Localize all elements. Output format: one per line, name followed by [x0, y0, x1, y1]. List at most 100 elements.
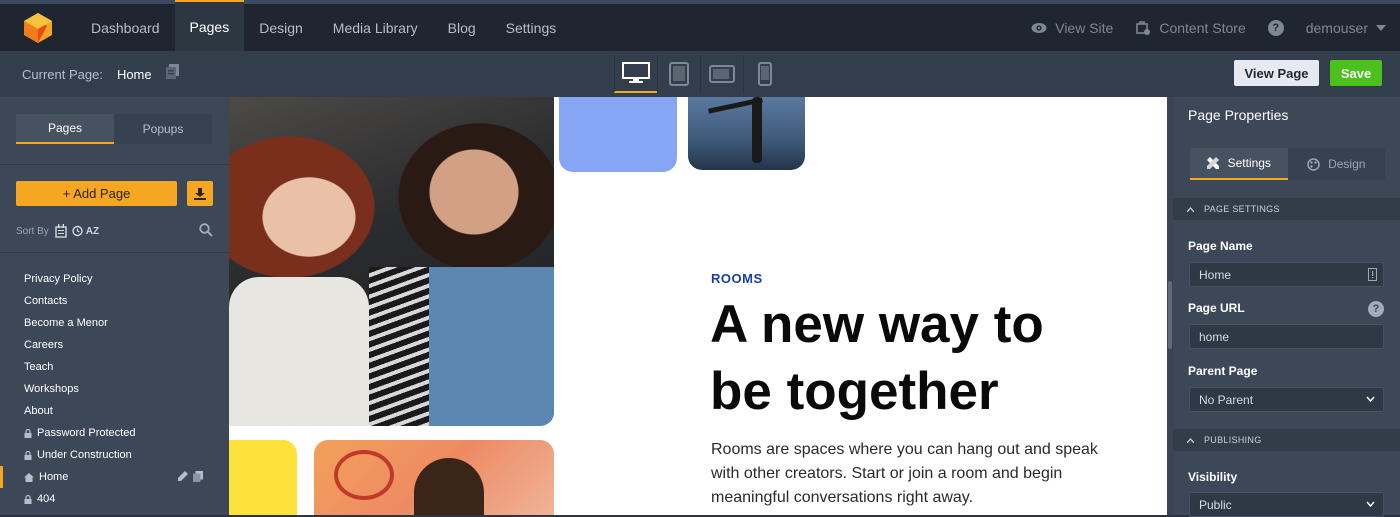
page-item-label: Workshops — [24, 383, 79, 395]
panel-tabs: Settings Design — [1190, 148, 1385, 180]
nav-blog[interactable]: Blog — [433, 4, 491, 51]
photo-detail — [334, 450, 394, 500]
sort-by-label: Sort By — [16, 225, 49, 237]
calendar-sort-icon[interactable] — [55, 224, 67, 238]
chevron-up-icon — [1187, 437, 1194, 443]
nav-pages[interactable]: Pages — [174, 0, 245, 51]
device-mobile[interactable] — [743, 55, 786, 93]
download-icon — [194, 187, 206, 200]
scrollbar-thumb[interactable] — [1168, 281, 1172, 349]
save-button[interactable]: Save — [1330, 60, 1382, 86]
visibility-select[interactable]: Public — [1189, 492, 1384, 517]
page-item-label: Privacy Policy — [24, 273, 93, 285]
page-item-about[interactable]: About — [0, 400, 229, 422]
page-item-label: 404 — [37, 493, 56, 505]
lock-icon — [24, 428, 32, 438]
parent-page-value: No Parent — [1199, 392, 1254, 407]
history-sort-icon[interactable] — [71, 225, 83, 237]
device-tablet-landscape[interactable] — [700, 55, 743, 93]
page-item-under-construction[interactable]: Under Construction — [0, 444, 229, 466]
eye-icon — [1031, 22, 1047, 33]
section-eyebrow: ROOMS — [711, 271, 763, 286]
edit-icon[interactable] — [178, 471, 188, 481]
device-tablet-portrait[interactable] — [657, 55, 700, 93]
parent-page-select[interactable]: No Parent — [1189, 387, 1384, 412]
page-item-label: Become a Menor — [24, 317, 108, 329]
nav-design[interactable]: Design — [244, 4, 318, 51]
help-icon[interactable]: ? — [1368, 301, 1384, 317]
chevron-up-icon — [1187, 206, 1194, 212]
nav-settings[interactable]: Settings — [491, 4, 572, 51]
page-item-workshops[interactable]: Workshops — [0, 378, 229, 400]
chevron-down-icon — [1366, 501, 1375, 507]
user-name: demouser — [1305, 19, 1368, 36]
page-toolbar: Current Page: Home View Page Save — [0, 51, 1400, 97]
nav-dashboard[interactable]: Dashboard — [76, 4, 175, 51]
nav-media-library[interactable]: Media Library — [318, 4, 433, 51]
app-logo[interactable] — [0, 4, 76, 51]
page-name-value: Home — [1199, 267, 1232, 282]
sidebar-tabs: Pages Popups — [16, 114, 212, 144]
device-desktop[interactable] — [614, 55, 657, 93]
lock-icon — [24, 494, 32, 504]
page-name-field[interactable]: Home — [1189, 262, 1384, 287]
current-page-label: Current Page: — [22, 66, 103, 82]
hero-body-text: Rooms are spaces where you can hang out … — [711, 441, 1098, 506]
page-name-label: Page Name — [1188, 239, 1253, 253]
current-page-value: Home — [116, 66, 152, 82]
page-item-label: Contacts — [24, 295, 68, 307]
tab-design[interactable]: Design — [1288, 148, 1386, 180]
content-store-link[interactable]: Content Store — [1135, 19, 1246, 36]
wrench-icon — [1206, 156, 1219, 169]
home-icon — [24, 472, 34, 482]
help-icon: ? — [1267, 19, 1284, 36]
page-item-label: Careers — [24, 339, 64, 351]
section-title: PUBLISHING — [1204, 435, 1262, 445]
section-page-settings[interactable]: PAGE SETTINGS — [1173, 198, 1400, 220]
page-item-home[interactable]: Home — [0, 466, 229, 488]
add-page-button[interactable]: + Add Page — [16, 181, 177, 206]
page-url-label: Page URL — [1188, 301, 1245, 315]
chevron-down-icon — [1376, 24, 1386, 31]
download-button[interactable] — [187, 181, 213, 206]
device-switcher — [614, 55, 786, 93]
page-item-password-protected[interactable]: Password Protected — [0, 422, 229, 444]
page-preview-canvas[interactable]: ROOMS A new way to be together Rooms are… — [229, 97, 1167, 515]
content-store-label: Content Store — [1159, 19, 1246, 36]
mobile-icon — [758, 62, 772, 86]
page-url-field[interactable]: home — [1189, 324, 1384, 349]
tab-settings[interactable]: Settings — [1190, 148, 1288, 180]
desktop-icon — [622, 62, 650, 83]
decorative-blue-tile — [559, 97, 677, 172]
logo-icon — [24, 12, 52, 43]
tab-pages[interactable]: Pages — [16, 114, 114, 144]
pages-sidebar: Pages Popups + Add Page Sort By AZ Priva… — [0, 97, 229, 515]
page-item-teach[interactable]: Teach — [0, 356, 229, 378]
search-pages-button[interactable] — [199, 223, 213, 242]
page-item-careers[interactable]: Careers — [0, 334, 229, 356]
user-menu[interactable]: demouser — [1306, 20, 1386, 36]
document-icon[interactable] — [165, 64, 179, 84]
hero-heading-line: be together — [710, 362, 999, 421]
page-item-label: Password Protected — [37, 427, 136, 439]
help-button[interactable]: ? — [1267, 19, 1284, 36]
page-item-become-a-menor[interactable]: Become a Menor — [0, 312, 229, 334]
photo-detail — [229, 277, 369, 426]
page-item-privacy-policy[interactable]: Privacy Policy — [0, 268, 229, 290]
section-publishing[interactable]: PUBLISHING — [1173, 429, 1400, 451]
page-item-404[interactable]: 404 — [0, 488, 229, 510]
hero-heading-line: A new way to — [710, 295, 1044, 354]
duplicate-icon[interactable] — [193, 471, 203, 482]
tablet-landscape-icon — [709, 65, 735, 83]
tab-popups[interactable]: Popups — [114, 114, 212, 144]
field-info-icon[interactable] — [1368, 268, 1377, 281]
panel-title: Page Properties — [1188, 107, 1289, 123]
sort-az-button[interactable]: AZ — [86, 226, 99, 237]
page-list: Privacy Policy Contacts Become a Menor C… — [0, 268, 229, 510]
view-site-link[interactable]: View Site — [1031, 20, 1113, 36]
photo-detail — [752, 97, 762, 163]
view-page-button[interactable]: View Page — [1234, 60, 1319, 86]
page-item-label: Home — [39, 471, 69, 483]
tablet-portrait-icon — [669, 62, 689, 86]
page-item-contacts[interactable]: Contacts — [0, 290, 229, 312]
